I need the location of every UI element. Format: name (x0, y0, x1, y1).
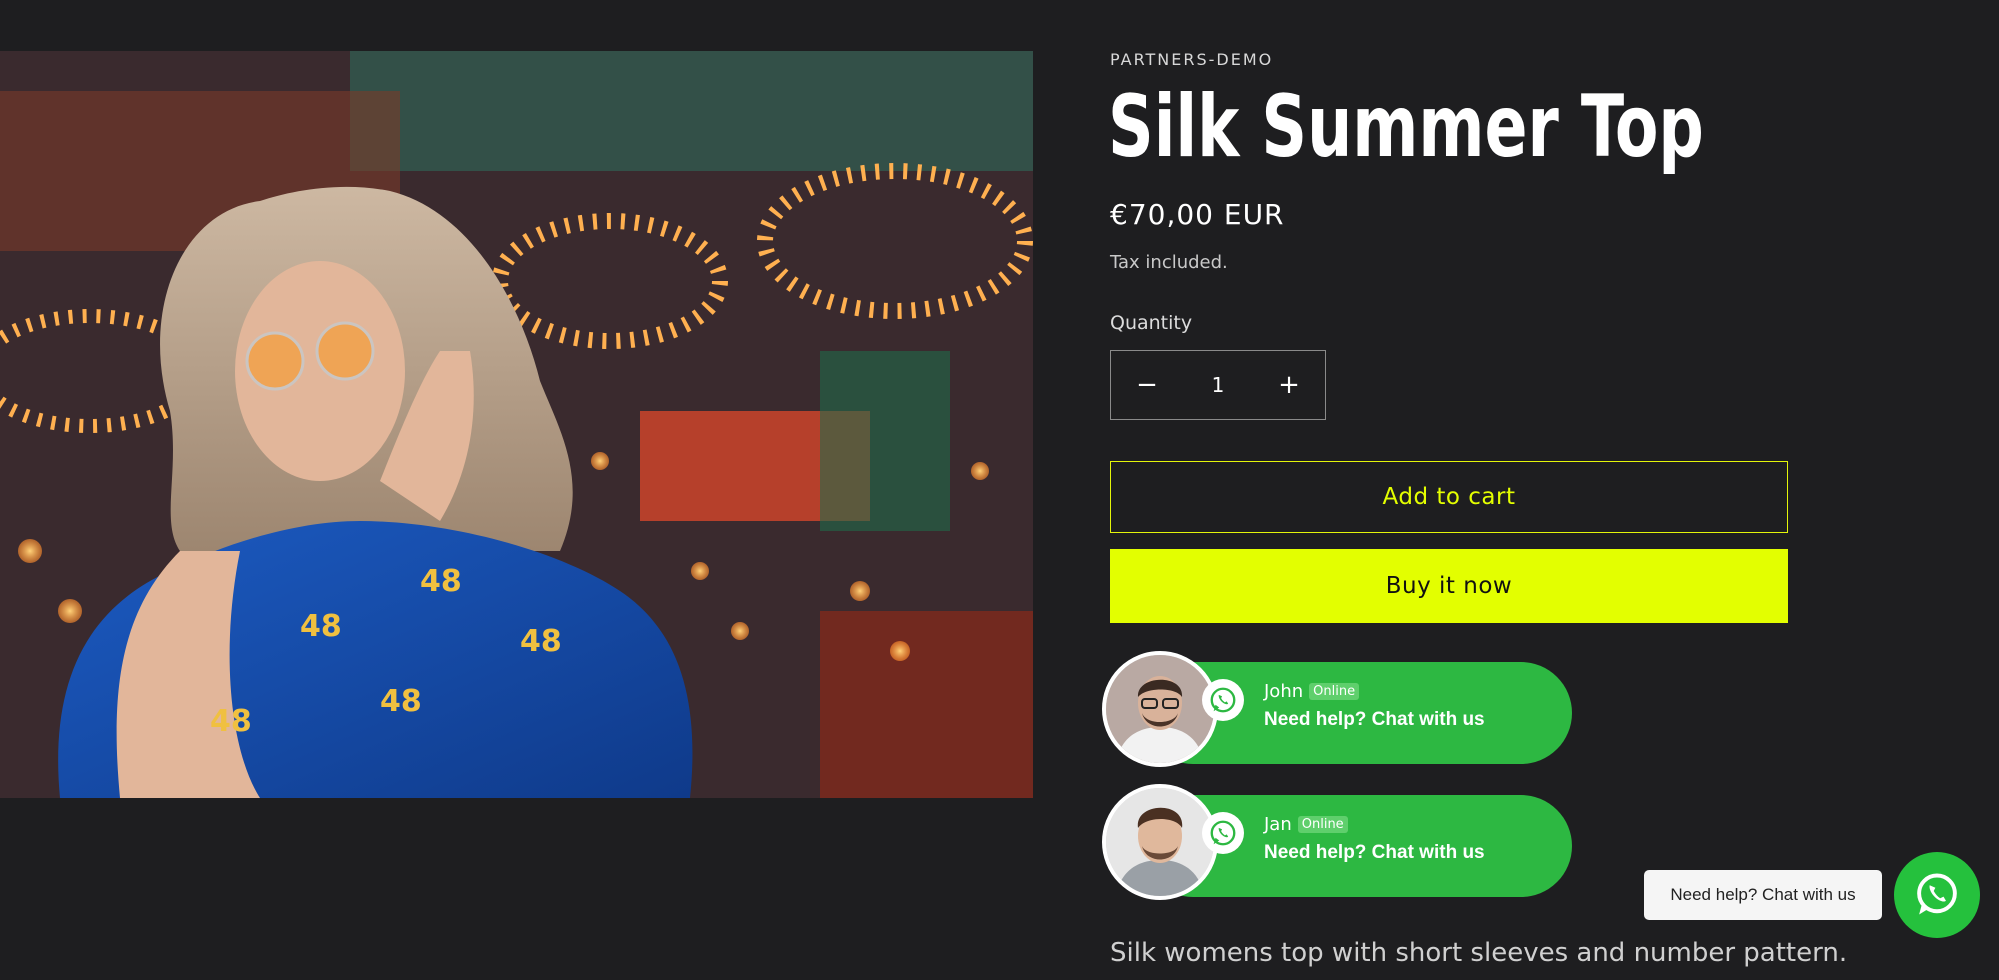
product-price: €70,00 EUR (1110, 198, 1285, 231)
buy-now-button[interactable]: Buy it now (1110, 549, 1788, 623)
svg-text:48: 48 (520, 624, 562, 659)
svg-text:48: 48 (300, 609, 342, 644)
product-title: Silk Summer Top (1108, 77, 1704, 177)
product-page: 48 48 48 48 48 PARTNERS-DEMO Silk Summer… (0, 0, 1999, 980)
quantity-increase-button[interactable]: + (1253, 351, 1325, 419)
agent-name-row: John Online (1264, 681, 1360, 702)
chat-agent-jan[interactable]: Jan Online Need help? Chat with us (1102, 784, 1572, 906)
quantity-input[interactable]: 1 (1183, 373, 1253, 397)
tax-note: Tax included. (1110, 252, 1228, 273)
agent-name: John (1264, 681, 1304, 702)
product-description: Silk womens top with short sleeves and n… (1110, 938, 1848, 968)
svg-text:48: 48 (210, 704, 252, 739)
agent-jan-photo (1106, 788, 1214, 896)
product-photo: 48 48 48 48 48 (0, 51, 1033, 798)
agent-john-photo (1106, 655, 1214, 763)
online-badge: Online (1297, 816, 1348, 833)
agent-name: Jan (1264, 814, 1292, 835)
svg-text:48: 48 (380, 684, 422, 719)
floating-chat-bubble[interactable]: Need help? Chat with us (1644, 870, 1882, 920)
add-to-cart-button[interactable]: Add to cart (1110, 461, 1788, 533)
svg-text:48: 48 (420, 564, 462, 599)
product-image[interactable]: 48 48 48 48 48 (0, 51, 1033, 798)
whatsapp-icon (1917, 873, 1957, 915)
chat-agent-john[interactable]: John Online Need help? Chat with us (1102, 651, 1572, 773)
quantity-decrease-button[interactable]: − (1111, 351, 1183, 419)
agent-name-row: Jan Online (1264, 814, 1348, 835)
whatsapp-icon (1202, 679, 1244, 721)
product-vendor: PARTNERS-DEMO (1110, 50, 1274, 69)
avatar (1102, 651, 1218, 767)
whatsapp-icon (1202, 812, 1244, 854)
quantity-stepper: − 1 + (1110, 350, 1326, 420)
floating-whatsapp-button[interactable] (1894, 852, 1980, 938)
online-badge: Online (1309, 683, 1360, 700)
agent-help-text: Need help? Chat with us (1264, 709, 1485, 730)
agent-help-text: Need help? Chat with us (1264, 842, 1485, 863)
avatar (1102, 784, 1218, 900)
quantity-label: Quantity (1110, 312, 1193, 334)
